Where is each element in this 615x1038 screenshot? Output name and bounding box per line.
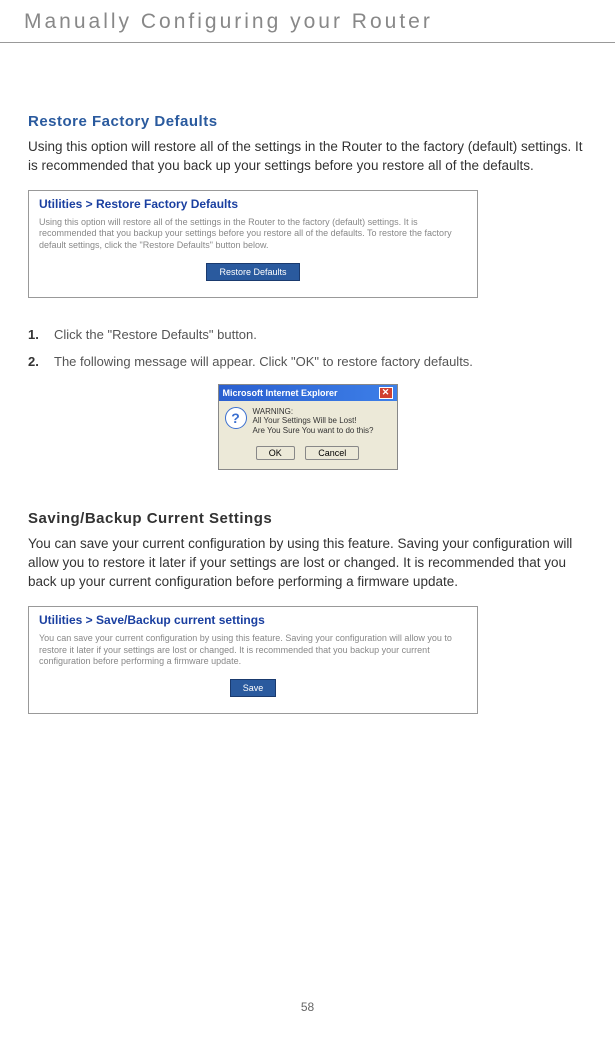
ok-button[interactable]: OK xyxy=(256,446,295,460)
panel2-button-row: Save xyxy=(39,678,467,697)
save-backup-panel: Utilities > Save/Backup current settings… xyxy=(28,606,478,714)
dialog-title: Microsoft Internet Explorer xyxy=(223,388,338,398)
panel2-title: Utilities > Save/Backup current settings xyxy=(39,613,467,627)
panel1-desc: Using this option will restore all of th… xyxy=(39,217,467,252)
dialog-wrap: Microsoft Internet Explorer ✕ ? WARNING:… xyxy=(28,384,587,471)
section2-title: Saving/Backup Current Settings xyxy=(28,510,587,527)
section2: Saving/Backup Current Settings You can s… xyxy=(28,510,587,714)
dialog-line2: All Your Settings Will be Lost! xyxy=(253,416,374,426)
save-button[interactable]: Save xyxy=(230,679,277,697)
step-number: 1. xyxy=(28,326,54,345)
content: Restore Factory Defaults Using this opti… xyxy=(0,43,615,714)
step-2: 2. The following message will appear. Cl… xyxy=(28,353,587,372)
cancel-button[interactable]: Cancel xyxy=(305,446,359,460)
step-text: The following message will appear. Click… xyxy=(54,353,587,372)
section2-intro: You can save your current configuration … xyxy=(28,535,587,592)
close-icon[interactable]: ✕ xyxy=(379,387,393,399)
page-number: 58 xyxy=(0,1000,615,1014)
dialog-line3: Are You Sure You want to do this? xyxy=(253,426,374,436)
panel1-title: Utilities > Restore Factory Defaults xyxy=(39,197,467,211)
dialog-text: WARNING: All Your Settings Will be Lost!… xyxy=(253,407,374,436)
section1-title: Restore Factory Defaults xyxy=(28,113,587,130)
panel1-button-row: Restore Defaults xyxy=(39,262,467,281)
step-number: 2. xyxy=(28,353,54,372)
dialog-titlebar: Microsoft Internet Explorer ✕ xyxy=(219,385,397,401)
dialog-body: ? WARNING: All Your Settings Will be Los… xyxy=(219,401,397,440)
steps-list: 1. Click the "Restore Defaults" button. … xyxy=(28,326,587,372)
question-icon: ? xyxy=(225,407,247,429)
restore-defaults-button[interactable]: Restore Defaults xyxy=(206,263,299,281)
dialog-buttons: OK Cancel xyxy=(219,439,397,469)
confirm-dialog: Microsoft Internet Explorer ✕ ? WARNING:… xyxy=(218,384,398,471)
panel2-desc: You can save your current configuration … xyxy=(39,633,467,668)
step-text: Click the "Restore Defaults" button. xyxy=(54,326,587,345)
step-1: 1. Click the "Restore Defaults" button. xyxy=(28,326,587,345)
page-header: Manually Configuring your Router xyxy=(0,0,615,43)
page-title: Manually Configuring your Router xyxy=(24,10,615,34)
section1-intro: Using this option will restore all of th… xyxy=(28,138,587,176)
dialog-line1: WARNING: xyxy=(253,407,374,417)
restore-defaults-panel: Utilities > Restore Factory Defaults Usi… xyxy=(28,190,478,298)
